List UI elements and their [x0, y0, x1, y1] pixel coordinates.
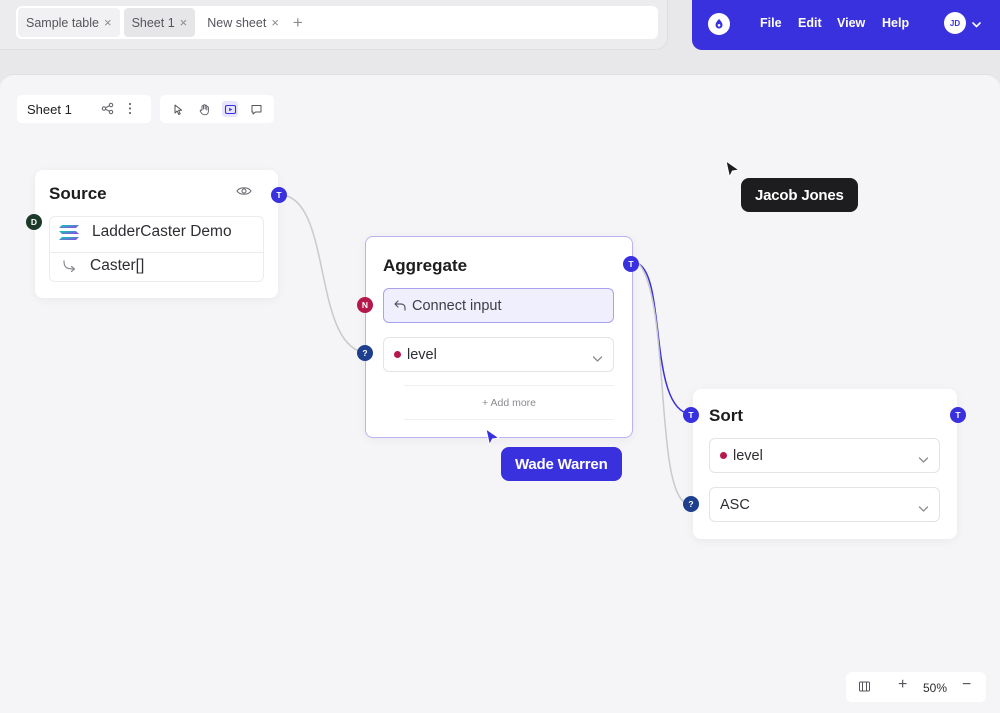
minimap-icon[interactable] [858, 680, 871, 696]
aggregate-field-select[interactable]: level [383, 337, 614, 372]
sheet-toolbar: Sheet 1 [17, 95, 151, 123]
sort-order-select[interactable]: ASC [709, 487, 940, 522]
source-port-d[interactable]: D [26, 214, 42, 230]
sort-order-value: ASC [720, 496, 750, 513]
collaborator-label-wade: Wade Warren [501, 447, 622, 481]
aggregate-port-n[interactable]: N [357, 297, 373, 313]
add-more-button[interactable]: + Add more [404, 385, 614, 420]
source-node-title: Source [49, 184, 107, 203]
frame-tool-icon[interactable] [222, 101, 238, 117]
tools-toolbar [160, 95, 274, 123]
sort-node[interactable]: Sort level ASC [693, 389, 957, 539]
chevron-down-icon [592, 351, 603, 367]
divider [50, 252, 263, 253]
required-dot [720, 452, 727, 459]
source-port-out[interactable]: T [271, 187, 287, 203]
list-item[interactable]: Caster[] [62, 257, 144, 275]
undo-arrow-icon [394, 300, 406, 311]
share-icon[interactable] [101, 102, 114, 118]
sort-field-select[interactable]: level [709, 438, 940, 473]
eye-icon[interactable] [236, 184, 252, 202]
sort-field-value: level [733, 447, 763, 464]
list-item[interactable]: LadderCaster Demo [58, 223, 232, 241]
aggregate-node-title: Aggregate [383, 256, 468, 275]
sort-port-out[interactable]: T [950, 407, 966, 423]
zoom-in-icon[interactable]: + [898, 676, 907, 694]
more-vertical-icon[interactable] [127, 102, 133, 118]
source-node[interactable]: Source LadderCaster Demo Caster[] [35, 170, 278, 298]
sort-port-optional[interactable]: ? [683, 496, 699, 512]
hand-tool-icon[interactable] [196, 101, 212, 117]
comment-tool-icon[interactable] [248, 101, 264, 117]
aggregate-port-optional[interactable]: ? [357, 345, 373, 361]
solana-icon [58, 224, 80, 241]
connect-input-label: Connect input [412, 297, 502, 314]
connect-input-button[interactable]: Connect input [383, 288, 614, 323]
source-item-list: LadderCaster Demo Caster[] [49, 216, 264, 282]
zoom-out-icon[interactable]: − [962, 676, 971, 694]
zoom-level: 50% [923, 681, 948, 695]
source-item-label: LadderCaster Demo [92, 223, 232, 240]
aggregate-port-out[interactable]: T [623, 256, 639, 272]
sort-port-in[interactable]: T [683, 407, 699, 423]
source-item-label: Caster[] [90, 257, 145, 274]
sort-node-title: Sort [709, 406, 743, 425]
chevron-down-icon [918, 452, 929, 468]
required-dot [394, 351, 401, 358]
aggregate-field-value: level [407, 346, 437, 363]
corner-arrow-icon [62, 259, 77, 273]
edge-source-aggregate [286, 195, 363, 353]
pointer-tool-icon[interactable] [170, 101, 186, 117]
cursor-arrow-icon [484, 428, 502, 453]
zoom-bar: + 50% − [846, 672, 986, 702]
aggregate-node[interactable]: Aggregate Connect input level + Add more [365, 236, 633, 438]
sheet-name[interactable]: Sheet 1 [27, 102, 72, 117]
chevron-down-icon [918, 501, 929, 517]
cursor-arrow-icon [724, 160, 742, 185]
edge-aggregate-sort-order [638, 263, 687, 504]
collaborator-label-jacob: Jacob Jones [741, 178, 858, 212]
